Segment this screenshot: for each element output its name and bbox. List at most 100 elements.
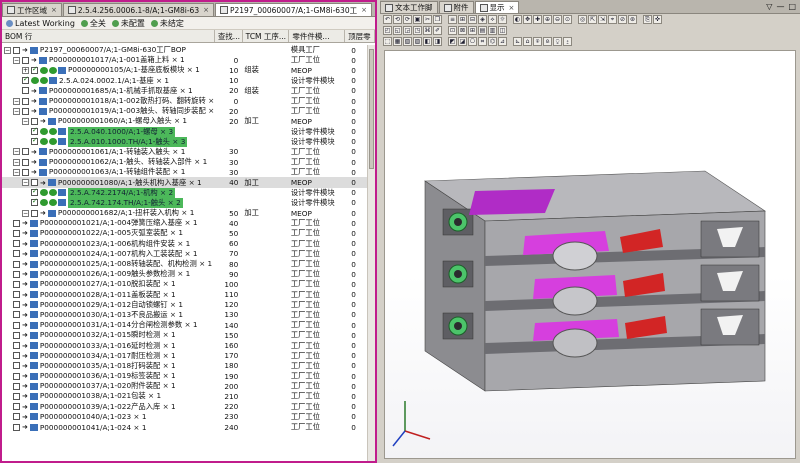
- toolbar-button-icon[interactable]: ⇲: [598, 15, 607, 24]
- collapse-icon[interactable]: −: [13, 56, 20, 64]
- table-row[interactable]: + P00000000105/A;1-基座底板模块 × 1 10 组装 MEOP 0: [2, 65, 367, 75]
- column-header-0[interactable]: BOM 行: [2, 30, 215, 42]
- table-row[interactable]: − ➜ P000000001060/A;1-螺母入触头 × 1 20 加工 MEOP 0: [2, 116, 367, 126]
- toolbar-button-icon[interactable]: ▤: [478, 26, 487, 35]
- toolbar-button-icon[interactable]: ⎘: [643, 15, 652, 24]
- close-icon[interactable]: ×: [361, 6, 367, 14]
- toolbar-button-icon[interactable]: ◱: [393, 26, 402, 35]
- toolbar-button-icon[interactable]: ▧: [403, 37, 412, 46]
- checkbox[interactable]: [13, 382, 20, 390]
- toolbar-button-icon[interactable]: ⇱: [588, 15, 597, 24]
- toolbar-button-icon[interactable]: ⊙: [563, 15, 572, 24]
- toolbar-button-icon[interactable]: ◪: [458, 37, 467, 46]
- checkbox[interactable]: [13, 250, 20, 258]
- checkbox[interactable]: [22, 87, 29, 95]
- toolbar-button-icon[interactable]: ⍝: [543, 37, 552, 46]
- tab-1[interactable]: 2.5.4.256.0006.1-8/A;1-GM8i-63 ×: [62, 3, 214, 16]
- column-header-2[interactable]: TCM 工序...: [243, 30, 290, 42]
- checkbox[interactable]: [13, 352, 20, 360]
- table-row[interactable]: ➜ P000000001024/A;1-007机构入工装装配 × 1 70 工厂工位 0: [2, 249, 367, 259]
- checkbox[interactable]: [13, 342, 20, 350]
- toolbar-button-icon[interactable]: ⊘: [618, 15, 627, 24]
- toolbar-button-icon[interactable]: ≡: [448, 15, 457, 24]
- checkbox[interactable]: [31, 65, 38, 74]
- collapse-icon[interactable]: −: [22, 179, 29, 187]
- collapse-icon[interactable]: −: [13, 107, 20, 115]
- checkbox[interactable]: [13, 331, 20, 339]
- table-row[interactable]: ➜ P000000001033/A;1-016延时检测 × 1 160 工厂工位 0: [2, 340, 367, 350]
- checkbox[interactable]: [31, 209, 38, 217]
- toolbar-button-icon[interactable]: ⊟: [468, 15, 477, 24]
- toolbar-button-icon[interactable]: ▨: [413, 37, 422, 46]
- checkbox[interactable]: [13, 219, 20, 227]
- toolbar-button-icon[interactable]: ⌖: [608, 15, 617, 24]
- expand-icon[interactable]: +: [22, 66, 29, 74]
- checkbox[interactable]: [31, 188, 38, 197]
- checkbox[interactable]: [31, 127, 38, 136]
- table-row[interactable]: − ➜ P000000001063/A;1-转轴组件装配 × 1 30 工厂工位 0: [2, 167, 367, 177]
- collapse-icon[interactable]: −: [13, 158, 20, 166]
- table-row[interactable]: ➜ P000000001030/A;1-013不良品搬运 × 1 130 工厂工位 0: [2, 310, 367, 320]
- checkbox[interactable]: [31, 137, 38, 146]
- collapse-icon[interactable]: −: [13, 148, 20, 156]
- collapse-icon[interactable]: −: [22, 209, 29, 217]
- toolbar-button-icon[interactable]: ◰: [383, 26, 392, 35]
- table-row[interactable]: − ➜ P000000001019/A;1-003触头、转轴同步装配 × 1 20 工厂…: [2, 106, 367, 116]
- table-row[interactable]: ➜ P000000001035/A;1-018打码装配 × 1 180 工厂工位 0: [2, 361, 367, 371]
- toolbar-button-icon[interactable]: ⌘: [423, 26, 432, 35]
- toolbar-button-icon[interactable]: ◫: [498, 26, 507, 35]
- filter-1[interactable]: 全关: [80, 18, 106, 29]
- table-row[interactable]: ➜ P000000001041/A;1-024 × 1 240 工厂工位 0: [2, 422, 367, 432]
- checkbox[interactable]: [13, 321, 20, 329]
- checkbox[interactable]: [13, 311, 20, 319]
- checkbox[interactable]: [13, 301, 20, 309]
- collapse-icon[interactable]: −: [13, 97, 20, 105]
- checkbox[interactable]: [13, 291, 20, 299]
- toolbar-button-icon[interactable]: ◨: [433, 37, 442, 46]
- table-row[interactable]: ➜ P000000001022/A;1-005灭弧室装配 × 1 50 工厂工位 0: [2, 228, 367, 238]
- checkbox[interactable]: [22, 76, 29, 85]
- toolbar-button-icon[interactable]: ✜: [653, 15, 662, 24]
- table-row[interactable]: ➜ P000000001036/A;1-019标签装配 × 1 190 工厂工位 0: [2, 371, 367, 381]
- toolbar-button-icon[interactable]: ⟳: [403, 15, 412, 24]
- column-header-3[interactable]: 零件件模...: [289, 30, 346, 42]
- vertical-scrollbar[interactable]: [367, 45, 375, 461]
- filter-3[interactable]: 未结定: [150, 18, 184, 29]
- checkbox[interactable]: [22, 168, 29, 176]
- collapse-icon[interactable]: −: [4, 46, 11, 54]
- table-row[interactable]: ➜ P000000001038/A;1-021包装 × 1 210 工厂工位 0: [2, 391, 367, 401]
- toolbar-button-icon[interactable]: ⟲: [393, 15, 402, 24]
- toolbar-button-icon[interactable]: ⍟: [533, 37, 542, 46]
- toolbar-button-icon[interactable]: ❐: [433, 15, 442, 24]
- toolbar-button-icon[interactable]: ◧: [423, 37, 432, 46]
- close-icon[interactable]: ×: [51, 6, 57, 14]
- checkbox[interactable]: [13, 270, 20, 278]
- toolbar-button-icon[interactable]: ▦: [393, 37, 402, 46]
- toolbar-button-icon[interactable]: ◐: [513, 15, 522, 24]
- table-row[interactable]: ➜ P000000001027/A;1-010脱扣装配 × 1 100 工厂工位 0: [2, 279, 367, 289]
- toolbar-button-icon[interactable]: ✐: [433, 26, 442, 35]
- collapse-icon[interactable]: −: [22, 117, 29, 125]
- table-row[interactable]: ➜ P000000001040/A;1-023 × 1 230 工厂工位 0: [2, 412, 367, 422]
- checkbox[interactable]: [22, 107, 29, 115]
- toolbar-button-icon[interactable]: ▣: [413, 15, 422, 24]
- table-row[interactable]: − ➜ P2197_00060007/A;1-GM8i-630工厂BOP 模具工厂 0: [2, 45, 367, 55]
- checkbox[interactable]: [31, 198, 38, 207]
- table-row[interactable]: ➜ P000000001028/A;1-011盖板装配 × 1 110 工厂工位 0: [2, 290, 367, 300]
- toolbar-button-icon[interactable]: ▥: [488, 26, 497, 35]
- toolbar-button-icon[interactable]: ◳: [413, 26, 422, 35]
- table-row[interactable]: ➜ P000000001039/A;1-022产品入库 × 1 220 工厂工位 0: [2, 402, 367, 412]
- right-tab-0[interactable]: 文本工作脚: [380, 1, 438, 13]
- tab-0[interactable]: 工作区域 ×: [2, 3, 62, 16]
- checkbox[interactable]: [13, 372, 20, 380]
- maximize-icon[interactable]: □: [788, 2, 796, 11]
- toolbar-button-icon[interactable]: ⊞: [468, 26, 477, 35]
- checkbox[interactable]: [13, 423, 20, 431]
- table-row[interactable]: ➜ P000000001037/A;1-020附件装配 × 1 200 工厂工位 0: [2, 381, 367, 391]
- toolbar-button-icon[interactable]: ⌂: [523, 37, 532, 46]
- table-row[interactable]: 2.5.A.742.174.TH/A;1-触头 × 2 设计零件模块 0: [2, 197, 367, 208]
- toolbar-button-icon[interactable]: ⊾: [513, 37, 522, 46]
- table-row[interactable]: ➜ P000000001021/A;1-004弹簧压缩入基座 × 1 40 工厂工位 0: [2, 218, 367, 228]
- 3d-viewport[interactable]: [384, 50, 796, 459]
- column-header-1[interactable]: 查找...: [215, 30, 243, 42]
